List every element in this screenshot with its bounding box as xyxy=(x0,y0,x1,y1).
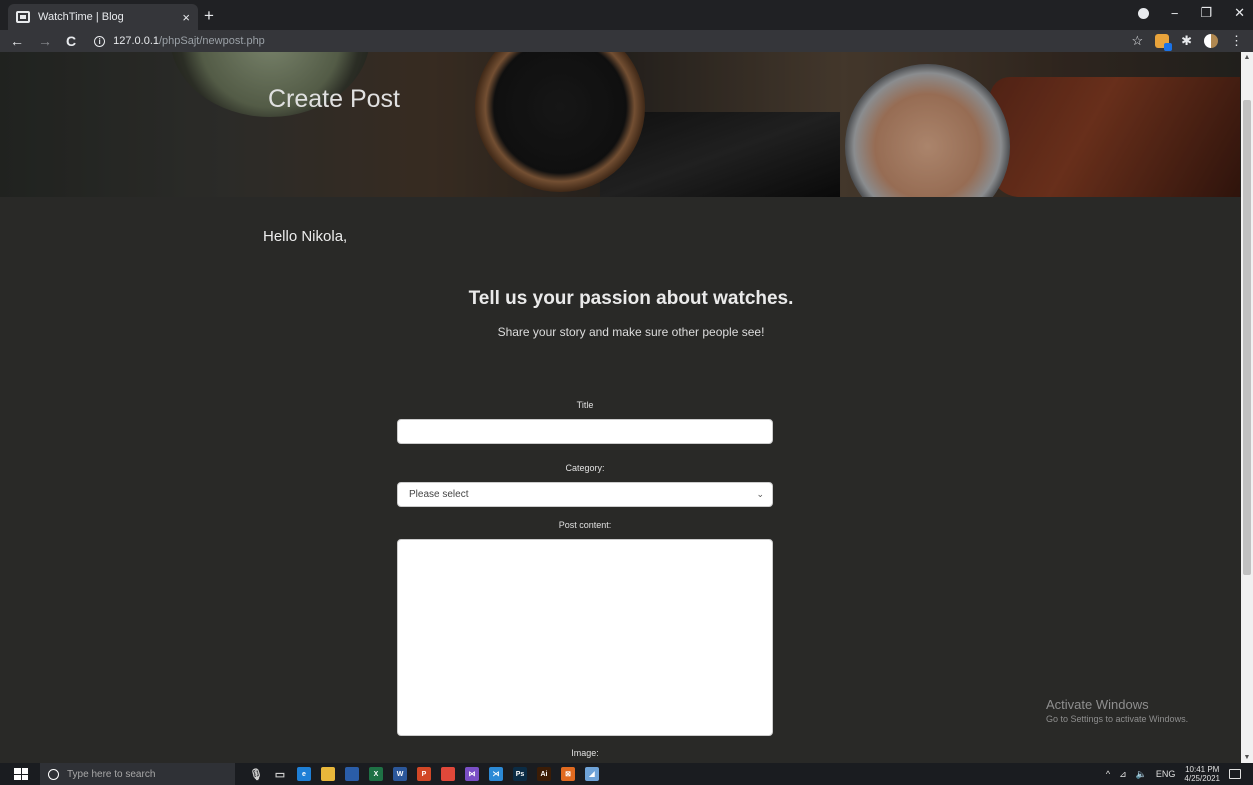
hero-banner: Create Post xyxy=(0,52,1241,197)
post-content-label: Post content: xyxy=(558,520,612,530)
system-tray: ^ ⊿ 🔈 ENG 10:41 PM 4/25/2021 xyxy=(1106,763,1241,785)
minimize-button[interactable]: − xyxy=(1171,6,1179,21)
edge-icon[interactable]: e xyxy=(297,767,311,781)
section-subheading: Share your story and make sure other peo… xyxy=(497,325,765,339)
address-bar[interactable]: i 127.0.0.1 /phpSajt/newpost.php xyxy=(94,35,265,47)
scrollbar-thumb[interactable] xyxy=(1243,100,1251,575)
illustrator-icon[interactable]: Ai xyxy=(537,767,551,781)
windows-taskbar: Type here to search 🎙 ▭ e X W P ⋈ ⋊ Ps Ai ⊠ ◢ ^ ⊿ 🔈… xyxy=(0,763,1253,785)
file-explorer-icon[interactable] xyxy=(321,767,335,781)
url-path: /phpSajt/newpost.php xyxy=(159,35,265,47)
browser-tab-strip: WatchTime | Blog × + − ❐ ✕ xyxy=(0,0,1253,30)
network-icon[interactable]: ⊿ xyxy=(1119,769,1127,780)
reload-button[interactable]: C xyxy=(66,31,76,51)
clock-time: 10:41 PM xyxy=(1185,765,1220,774)
visual-studio-icon[interactable]: ⋈ xyxy=(465,767,479,781)
scroll-down-icon[interactable]: ▼ xyxy=(1241,754,1253,761)
clock[interactable]: 10:41 PM 4/25/2021 xyxy=(1184,765,1220,783)
rss-extension-icon[interactable] xyxy=(1155,34,1173,51)
vscode-icon[interactable]: ⋊ xyxy=(489,767,503,781)
privacy-extension-icon[interactable] xyxy=(1204,34,1218,48)
taskbar-search-box[interactable]: Type here to search xyxy=(40,763,235,785)
save-icon[interactable] xyxy=(345,767,359,781)
notifications-icon[interactable] xyxy=(1229,769,1241,779)
toolbar-actions: ☆ ✱ ⋮ xyxy=(1131,33,1243,51)
clock-date: 4/25/2021 xyxy=(1184,774,1220,783)
browser-toolbar: ← → C i 127.0.0.1 /phpSajt/newpost.php ☆… xyxy=(0,30,1253,52)
category-selected-value: Please select xyxy=(409,489,469,500)
input-language[interactable]: ENG xyxy=(1156,769,1176,779)
post-content-textarea[interactable] xyxy=(397,539,773,736)
image-label: Image: xyxy=(571,748,599,758)
site-info-icon[interactable]: i xyxy=(94,35,106,47)
microphone-icon[interactable]: 🎙 xyxy=(249,767,263,781)
title-input[interactable] xyxy=(397,419,773,444)
powerpoint-icon[interactable]: P xyxy=(417,767,431,781)
tray-overflow-icon[interactable]: ^ xyxy=(1106,769,1110,779)
volume-icon[interactable]: 🔈 xyxy=(1136,769,1147,780)
site-favicon-icon xyxy=(16,11,30,23)
excel-icon[interactable]: X xyxy=(369,767,383,781)
window-controls: − ❐ ✕ xyxy=(1137,5,1245,21)
close-window-button[interactable]: ✕ xyxy=(1234,5,1245,21)
photoshop-icon[interactable]: Ps xyxy=(513,767,527,781)
maximize-button[interactable]: ❐ xyxy=(1200,5,1212,21)
start-windows-icon[interactable] xyxy=(14,768,28,780)
chevron-down-icon: ⌄ xyxy=(756,489,764,499)
page-title: Create Post xyxy=(268,85,401,113)
tab-title: WatchTime | Blog xyxy=(38,11,124,23)
browser-menu-icon[interactable]: ⋮ xyxy=(1230,33,1243,49)
page-viewport: Create Post Hello Nikola, Tell us your p… xyxy=(0,52,1241,763)
section-heading: Tell us your passion about watches. xyxy=(468,288,794,309)
greeting-text: Hello Nikola, xyxy=(263,228,348,245)
profile-icon[interactable] xyxy=(1137,7,1149,19)
scroll-up-icon[interactable]: ▲ xyxy=(1241,54,1253,61)
task-view-icon[interactable]: ▭ xyxy=(273,767,287,781)
forward-button[interactable]: → xyxy=(38,31,52,51)
watermark-line2: Go to Settings to activate Windows. xyxy=(1046,714,1189,724)
word-icon[interactable]: W xyxy=(393,767,407,781)
chrome-icon[interactable] xyxy=(441,767,455,781)
url-host: 127.0.0.1 xyxy=(113,35,159,47)
title-label: Title xyxy=(576,400,594,410)
tab-close-icon[interactable]: × xyxy=(182,10,190,25)
activate-windows-watermark: Activate Windows Go to Settings to activ… xyxy=(1046,697,1188,724)
search-placeholder: Type here to search xyxy=(67,768,156,780)
xampp-icon[interactable]: ⊠ xyxy=(561,767,575,781)
page-scrollbar[interactable]: ▲ ▼ xyxy=(1241,52,1253,763)
browser-tab[interactable]: WatchTime | Blog × xyxy=(8,4,198,30)
category-label: Category: xyxy=(565,463,605,473)
bookmark-star-icon[interactable]: ☆ xyxy=(1131,33,1143,49)
extensions-icon[interactable]: ✱ xyxy=(1181,33,1192,49)
watermark-line1: Activate Windows xyxy=(1046,697,1149,712)
unknown-app-icon[interactable]: ◢ xyxy=(585,767,599,781)
back-button[interactable]: ← xyxy=(10,31,24,51)
category-select[interactable]: Please select ⌄ xyxy=(397,482,773,507)
pinned-apps: 🎙 ▭ e X W P ⋈ ⋊ Ps Ai ⊠ ◢ xyxy=(249,767,599,781)
new-tab-button[interactable]: + xyxy=(204,6,214,26)
cortana-icon[interactable] xyxy=(48,768,59,780)
